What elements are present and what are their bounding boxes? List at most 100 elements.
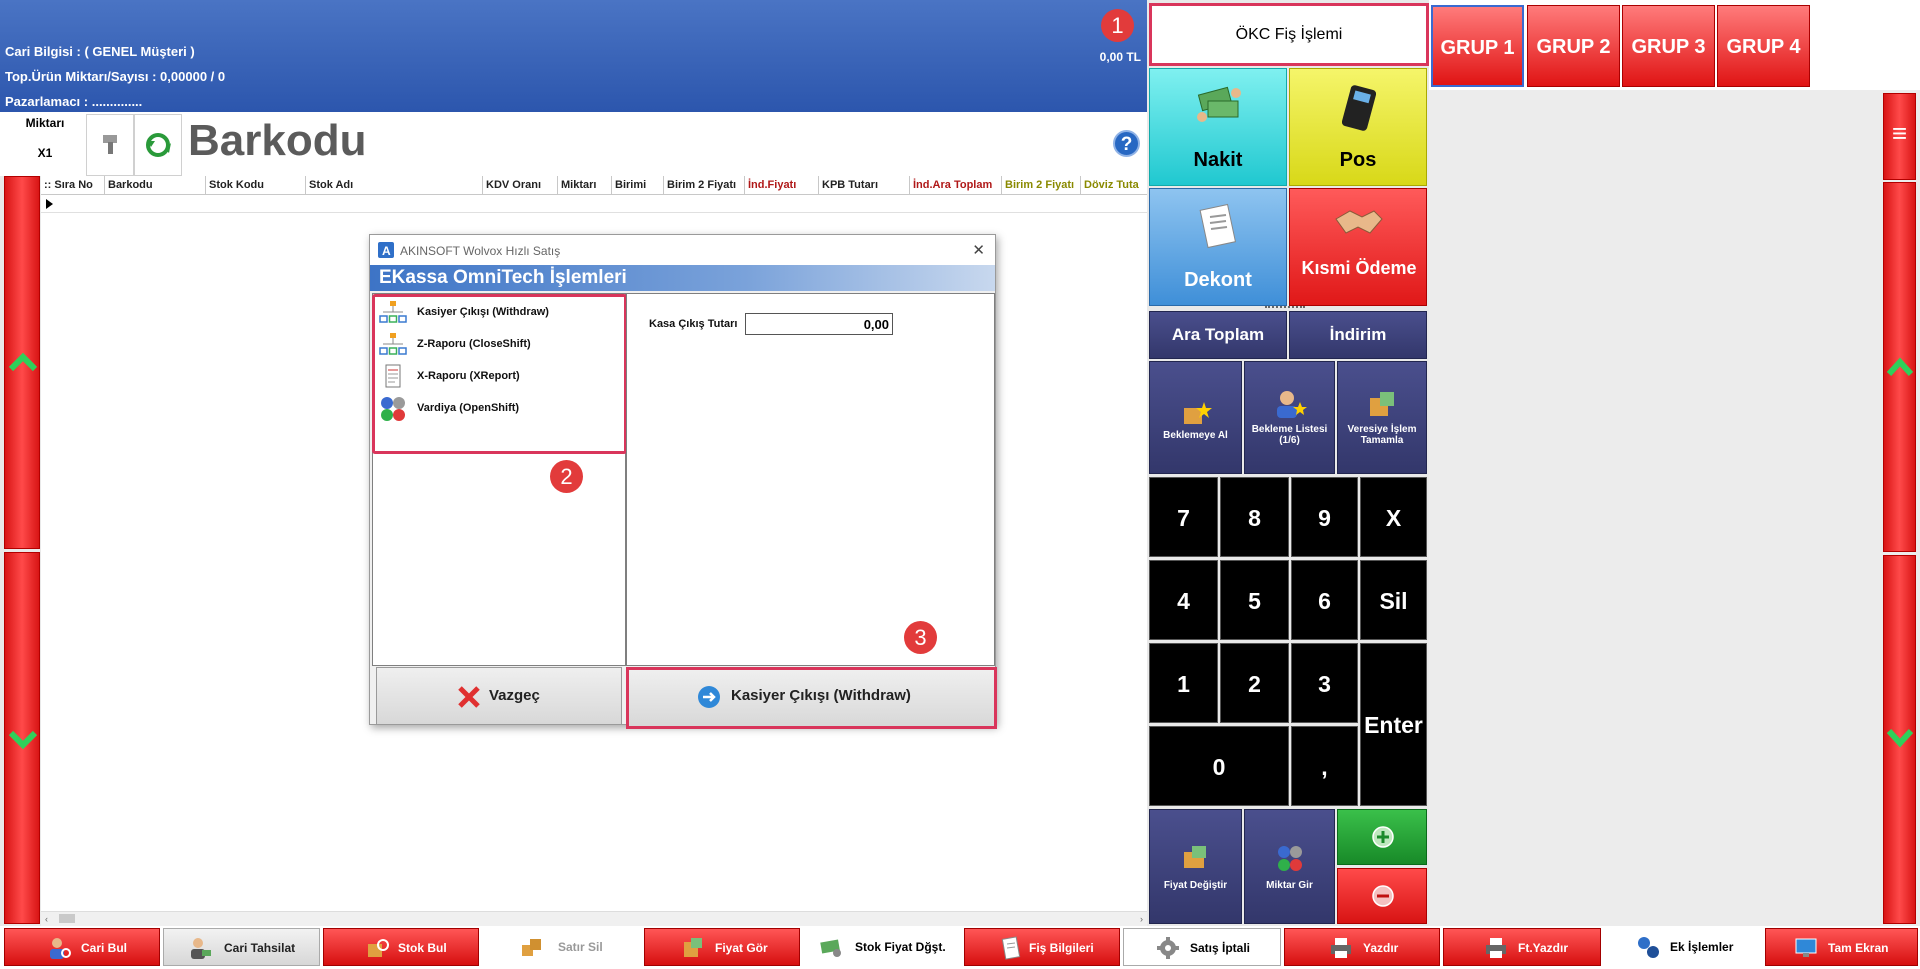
barcode-scanner-button[interactable]	[86, 114, 134, 176]
scroll-up-button-right[interactable]	[1883, 182, 1916, 552]
group-4-button[interactable]: GRUP 4	[1717, 5, 1810, 87]
splitter-handle[interactable]	[1265, 306, 1305, 310]
key-sil[interactable]: Sil	[1360, 560, 1427, 640]
okc-fis-islemi-button[interactable]: ÖKC Fiş İşlemi	[1149, 3, 1429, 66]
fiyat-gor-button[interactable]: Fiyat Gör	[644, 928, 800, 966]
group-1-button[interactable]: GRUP 1	[1431, 5, 1524, 87]
miktar-gir-button[interactable]: Miktar Gir	[1244, 809, 1335, 924]
scroll-right-icon[interactable]: ›	[1140, 914, 1143, 924]
chevron-up-icon	[9, 352, 37, 372]
hamburger-icon: ≡	[1891, 118, 1908, 148]
dialog-header: EKassa OmniTech İşlemleri	[370, 265, 995, 291]
tam-ekran-button[interactable]: Tam Ekran	[1765, 928, 1918, 966]
scroll-down-button-left[interactable]	[4, 552, 40, 924]
ekassa-dialog: A AKINSOFT Wolvox Hızlı Satış ✕ EKassa O…	[369, 234, 997, 729]
key-6[interactable]: 6	[1291, 560, 1358, 640]
stok-bul-label: Stok Bul	[398, 941, 447, 955]
help-icon[interactable]: ?	[1113, 130, 1140, 157]
cancel-button[interactable]: Vazgeç	[376, 667, 622, 725]
ara-toplam-button[interactable]: Ara Toplam	[1149, 311, 1287, 359]
key-3[interactable]: 3	[1291, 643, 1358, 723]
bekleme-listesi-button[interactable]: Bekleme Listesi (1/6)	[1244, 361, 1335, 474]
col-miktari[interactable]: Miktarı	[558, 176, 612, 194]
key-x[interactable]: X	[1360, 477, 1427, 557]
key-1[interactable]: 1	[1149, 643, 1218, 723]
key-4[interactable]: 4	[1149, 560, 1218, 640]
fis-bilgileri-label: Fiş Bilgileri	[1029, 941, 1094, 955]
col-kpb-tutari[interactable]: KPB Tutarı	[819, 176, 910, 194]
key-5[interactable]: 5	[1220, 560, 1289, 640]
menu-button[interactable]: ≡	[1883, 93, 1916, 180]
stok-bul-button[interactable]: Stok Bul	[323, 928, 479, 966]
withdraw-button[interactable]: Kasiyer Çıkışı (Withdraw)	[626, 667, 997, 729]
key-2[interactable]: 2	[1220, 643, 1289, 723]
nakit-button[interactable]: Nakit	[1149, 68, 1287, 186]
indirim-button[interactable]: İndirim	[1289, 311, 1427, 359]
svg-text:A: A	[382, 244, 391, 258]
scroll-thumb[interactable]	[59, 914, 75, 923]
col-birim2-fiyati[interactable]: Birim 2 Fiyatı	[664, 176, 745, 194]
veresiye-button[interactable]: Veresiye İşlem Tamamla	[1337, 361, 1427, 474]
col-barkodu[interactable]: Barkodu	[105, 176, 206, 194]
receipt-icon	[1001, 936, 1021, 960]
col-birim2-fiyati-alt[interactable]: Birim 2 Fiyatı	[1002, 176, 1081, 194]
col-sira-no[interactable]: :: Sıra No	[41, 176, 105, 194]
dekont-button[interactable]: Dekont	[1149, 188, 1287, 306]
key-8[interactable]: 8	[1220, 477, 1289, 557]
dialog-window-title: AKINSOFT Wolvox Hızlı Satış	[400, 244, 561, 258]
miktar-gir-label: Miktar Gir	[1266, 880, 1313, 891]
kasa-cikis-input[interactable]: 0,00	[745, 313, 893, 335]
pos-button[interactable]: Pos	[1289, 68, 1427, 186]
fis-bilgileri-button[interactable]: Fiş Bilgileri	[964, 928, 1120, 966]
satis-iptali-button[interactable]: Satış İptali	[1123, 928, 1281, 966]
grid-header: :: Sıra No Barkodu Stok Kodu Stok Adı KD…	[41, 176, 1147, 195]
key-9[interactable]: 9	[1291, 477, 1358, 557]
ft-yazdir-button[interactable]: Ft.Yazdır	[1443, 928, 1601, 966]
total-amount: 0,00 TL	[1099, 50, 1141, 64]
group-2-button[interactable]: GRUP 2	[1527, 5, 1620, 87]
col-birimi[interactable]: Birimi	[612, 176, 664, 194]
decrease-button[interactable]	[1337, 868, 1427, 924]
col-doviz-tutari[interactable]: Döviz Tuta	[1081, 176, 1147, 194]
grid-horizontal-scrollbar[interactable]: ‹ ›	[41, 911, 1147, 926]
col-ind-fiyati[interactable]: İnd.Fiyatı	[745, 176, 819, 194]
ft-yazdir-label: Ft.Yazdır	[1518, 941, 1569, 955]
yazdir-button[interactable]: Yazdır	[1284, 928, 1440, 966]
gears-icon	[1638, 937, 1659, 958]
group-3-button[interactable]: GRUP 3	[1622, 5, 1715, 87]
scroll-left-icon[interactable]: ‹	[45, 914, 48, 924]
scroll-down-button-right[interactable]	[1883, 555, 1916, 924]
increase-button[interactable]	[1337, 809, 1427, 865]
cari-bul-label: Cari Bul	[81, 941, 128, 955]
cari-bul-button[interactable]: Cari Bul	[4, 928, 160, 966]
pos-label: Pos	[1339, 149, 1377, 171]
ek-islemler-button[interactable]: Ek İşlemler	[1604, 928, 1762, 966]
key-0[interactable]: 0	[1149, 726, 1289, 806]
kismi-odeme-button[interactable]: Kısmi Ödeme	[1289, 188, 1427, 306]
key-comma[interactable]: ,	[1291, 726, 1358, 806]
key-7[interactable]: 7	[1149, 477, 1218, 557]
quantity-value[interactable]: X1	[5, 146, 85, 160]
stok-fiyat-degistir-button[interactable]: Stok Fiyat Dğşt.	[803, 928, 961, 966]
money-edit-icon	[820, 939, 841, 957]
col-stok-adi[interactable]: Stok Adı	[306, 176, 483, 194]
monitor-icon	[1795, 938, 1817, 957]
receipt-icon	[1199, 203, 1237, 249]
satir-sil-button[interactable]: Satır Sil	[482, 928, 638, 966]
quantity-label: Miktarı	[25, 116, 65, 130]
dekont-label: Dekont	[1184, 269, 1252, 291]
beklemeye-al-button[interactable]: Beklemeye Al	[1149, 361, 1242, 474]
col-kdv-orani[interactable]: KDV Oranı	[483, 176, 558, 194]
scroll-up-button-left[interactable]	[4, 176, 40, 549]
col-ind-ara-toplam[interactable]: İnd.Ara Toplam	[910, 176, 1002, 194]
fiyat-degistir-button[interactable]: Fiyat Değiştir	[1149, 809, 1242, 924]
key-enter[interactable]: Enter	[1360, 643, 1427, 806]
barcode-row: Miktarı X1 Barkodu ?	[0, 112, 1147, 176]
close-icon[interactable]: ✕	[972, 241, 985, 259]
cari-tahsilat-button[interactable]: Cari Tahsilat	[163, 928, 320, 966]
col-stok-kodu[interactable]: Stok Kodu	[206, 176, 306, 194]
refresh-button[interactable]	[134, 114, 182, 176]
ek-islemler-label: Ek İşlemler	[1670, 940, 1734, 954]
grid-row-new[interactable]	[41, 195, 1147, 213]
price-tag-icon	[684, 938, 702, 957]
